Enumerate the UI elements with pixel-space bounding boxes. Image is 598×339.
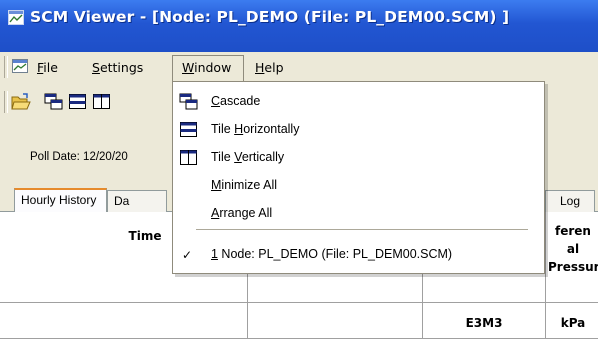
poll-date-label: Poll Date: 12/20/20	[30, 151, 128, 163]
grid-column-divider	[545, 212, 546, 339]
unit-pressure: kPa	[560, 316, 586, 330]
tile-vertical-icon	[180, 150, 197, 165]
menu-item-open-window-1[interactable]: 1 Node: PL_DEMO (File: PL_DEM00.SCM)	[211, 247, 452, 261]
menu-window-rest: indow	[194, 60, 232, 75]
menu-settings[interactable]: Settings	[92, 59, 143, 77]
menu-item-arrange-all[interactable]: Arrange All	[173, 200, 544, 226]
open-folder-icon[interactable]	[11, 93, 31, 111]
mnemonic: H	[234, 122, 244, 136]
tab-daily-history[interactable]: Da	[107, 190, 167, 212]
window-title: SCM Viewer - [Node: PL_DEMO (File: PL_DE…	[30, 8, 510, 26]
tab-log[interactable]: Log	[545, 190, 595, 212]
label-rest: ertically	[241, 150, 285, 164]
menu-item-label: Cascade	[211, 94, 260, 108]
label-rest: inimize All	[221, 178, 277, 192]
mnemonic: V	[234, 150, 242, 164]
tile-vertical-icon[interactable]	[92, 93, 112, 111]
label-rest: rrange All	[219, 206, 273, 220]
menu-window-mnemonic: W	[182, 60, 195, 75]
menu-item-tile-vertically[interactable]: Tile Vertically	[173, 144, 544, 170]
menu-bar	[0, 52, 598, 83]
menu-item-label: Arrange All	[211, 206, 272, 220]
menu-item-minimize-all[interactable]: Minimize All	[173, 172, 544, 198]
mnemonic: C	[211, 94, 221, 108]
label-pre: Tile	[211, 150, 235, 164]
menu-help[interactable]: Help	[255, 59, 284, 77]
app-icon	[8, 10, 24, 25]
mnemonic: M	[211, 178, 222, 192]
label-pre: Tile	[211, 122, 235, 136]
menu-file[interactable]: File	[37, 59, 58, 77]
label-rest: ascade	[220, 94, 261, 108]
menu-file-rest: ile	[43, 60, 58, 75]
unit-volume: E3M3	[465, 316, 503, 330]
window-menu-dropdown: Cascade Tile Horizontally Tile Verticall…	[172, 81, 545, 274]
menu-item-label: Tile Horizontally	[211, 122, 299, 136]
grid-row-divider	[0, 302, 598, 303]
menu-item-cascade[interactable]: Cascade	[173, 88, 544, 114]
menu-separator	[196, 229, 528, 230]
cascade-icon	[179, 93, 198, 110]
cascade-icon[interactable]	[44, 93, 64, 111]
column-header-differential-pressure[interactable]: feren al Pressur	[548, 222, 598, 276]
menu-help-mnemonic: H	[255, 60, 265, 75]
menu-settings-rest: ettings	[99, 60, 144, 75]
menu-help-rest: elp	[264, 60, 284, 75]
menu-item-label: Tile Vertically	[211, 150, 284, 164]
menu-item-label: Minimize All	[211, 178, 277, 192]
menu-bar-grip	[4, 56, 8, 78]
label-rest: Node: PL_DEMO (File: PL_DEM00.SCM)	[217, 247, 453, 261]
document-window-icon[interactable]	[12, 59, 32, 76]
menu-item-tile-horizontally[interactable]: Tile Horizontally	[173, 116, 544, 142]
menu-settings-mnemonic: S	[92, 60, 100, 75]
label-rest: orizontally	[243, 122, 300, 136]
toolbar-grip	[4, 91, 8, 113]
tile-horizontal-icon[interactable]	[68, 93, 88, 111]
checkmark-icon: ✓	[182, 248, 193, 262]
tab-hourly-history[interactable]: Hourly History	[14, 188, 107, 212]
mnemonic: 1	[211, 247, 218, 261]
menu-window[interactable]: Window	[182, 59, 231, 77]
tile-horizontal-icon	[180, 122, 197, 137]
